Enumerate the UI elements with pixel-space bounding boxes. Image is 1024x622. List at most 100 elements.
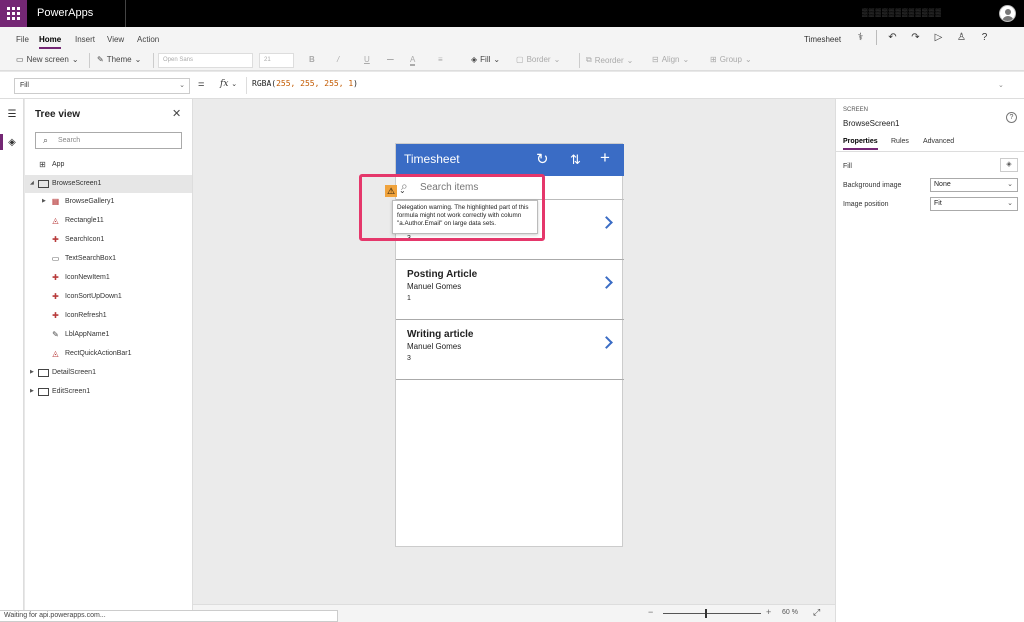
font-size-select[interactable]: 21 (259, 53, 294, 68)
tab-properties[interactable]: Properties (843, 138, 878, 150)
share-user-icon[interactable]: ♙ (954, 30, 969, 45)
tree-item-browsescreen1[interactable]: ◢ BrowseScreen1 (25, 175, 192, 193)
layers-icon[interactable]: ◈ (5, 135, 19, 149)
underline-button[interactable]: U (364, 55, 370, 64)
fill-color-picker[interactable]: ◈ (1000, 158, 1018, 172)
formula-close-paren: ) (353, 79, 358, 88)
app-launcher-button[interactable] (0, 0, 27, 27)
theme-button[interactable]: ✎ Theme ⌄ (97, 55, 141, 64)
tab-insert[interactable]: Insert (75, 35, 95, 44)
redo-icon[interactable]: ↷ (908, 30, 923, 45)
reorder-label: Reorder (594, 55, 624, 65)
chevron-down-icon: ⌄ (744, 55, 752, 64)
item-title: Writing article (407, 329, 474, 340)
label-edit-icon: ✎ (52, 330, 59, 339)
font-family-select[interactable]: Open Sans (158, 53, 253, 68)
formula-expand-chevron-icon[interactable]: ⌄ (998, 81, 1004, 89)
font-color-button[interactable]: A (410, 55, 416, 66)
equals-sign: = (198, 79, 205, 91)
list-item[interactable]: Posting Article Manuel Gomes 1 (396, 260, 624, 320)
group-button[interactable]: ⊞ Group ⌄ (710, 55, 752, 64)
chevron-down-icon: ⌄ (626, 55, 634, 65)
icon-control-icon: ✚ (52, 235, 59, 244)
tree-item-label: SearchIcon1 (65, 236, 105, 243)
tree-item-iconsortupdown1[interactable]: ✚ IconSortUpDown1 (25, 288, 192, 306)
avatar[interactable] (999, 5, 1016, 22)
item-title: Posting Article (407, 269, 478, 280)
toolbar-separator (876, 30, 877, 45)
tree-item-label: TextSearchBox1 (65, 255, 116, 262)
toolbar-right: ⚕ ↶ ↷ ▷ ♙ ? (853, 30, 992, 45)
fit-to-window-icon[interactable]: ⤢ (813, 607, 820, 618)
left-rail: ☰ ◈ (0, 99, 24, 622)
italic-button[interactable]: / (337, 55, 339, 64)
tab-advanced[interactable]: Advanced (923, 138, 954, 145)
tree-search-input[interactable]: ⌕ Search (35, 132, 182, 149)
expand-triangle-icon[interactable]: ◢ (30, 180, 34, 186)
chevron-right-icon[interactable] (600, 276, 613, 289)
strikethrough-button[interactable] (387, 55, 394, 64)
refresh-icon[interactable]: ↻ (536, 150, 549, 168)
app-title-label[interactable]: Timesheet (404, 152, 460, 166)
tree-item-rectangle11[interactable]: ◬ Rectangle11 (25, 212, 192, 230)
new-screen-button[interactable]: ▭ New screen ⌄ (16, 55, 79, 64)
tab-home[interactable]: Home (39, 35, 62, 49)
background-image-select[interactable]: None ⌄ (930, 178, 1018, 192)
collapsed-triangle-icon[interactable]: ▶ (30, 369, 34, 375)
fill-button[interactable]: ◈ Fill ⌄ (471, 55, 500, 64)
image-position-select[interactable]: Fit ⌄ (930, 197, 1018, 211)
tab-file[interactable]: File (16, 35, 29, 44)
sort-icon[interactable]: ⇅ (570, 152, 581, 168)
undo-icon[interactable]: ↶ (885, 30, 900, 45)
tree-item-browsegallery1[interactable]: ▶ ▦ BrowseGallery1 (25, 193, 192, 211)
hamburger-menu-icon[interactable]: ☰ (5, 107, 19, 121)
tree-item-detailscreen1[interactable]: ▶ DetailScreen1 (25, 364, 192, 382)
ribbon-tabs: File Home Insert View Action Timesheet ⚕… (0, 27, 1024, 50)
tree-item-app[interactable]: ⊞ App (25, 156, 192, 174)
help-icon[interactable]: ? (977, 30, 992, 45)
tree-item-searchicon1[interactable]: ✚ SearchIcon1 (25, 231, 192, 249)
formula-divider (246, 77, 247, 94)
tree-item-editscreen1[interactable]: ▶ EditScreen1 (25, 383, 192, 401)
zoom-in-button[interactable]: + (766, 607, 771, 617)
tab-action[interactable]: Action (137, 35, 159, 44)
chevron-down-icon: ⌄ (231, 80, 238, 88)
collapsed-triangle-icon[interactable]: ▶ (42, 198, 46, 204)
gallery-icon: ▦ (51, 197, 60, 206)
tree-item-lblappname1[interactable]: ✎ LblAppName1 (25, 326, 192, 344)
group-label: Group (719, 55, 742, 64)
add-icon[interactable]: + (600, 148, 610, 168)
fill-label: Fill (843, 163, 852, 170)
function-fx-icon[interactable]: fx ⌄ (220, 79, 237, 89)
highlight-annotation-box (359, 174, 545, 241)
help-icon[interactable]: ? (1006, 112, 1017, 123)
tree-item-iconrefresh1[interactable]: ✚ IconRefresh1 (25, 307, 192, 325)
align-button[interactable]: ⊟ Align ⌄ (652, 55, 689, 64)
formula-function-name: RGBA( (252, 79, 277, 88)
close-icon[interactable]: ✕ (172, 107, 181, 120)
tab-rules[interactable]: Rules (891, 138, 909, 145)
tree-search-placeholder: Search (58, 137, 81, 144)
chevron-down-icon: ⌄ (179, 82, 185, 89)
appbar-divider (125, 0, 126, 27)
bold-button[interactable]: B (309, 55, 315, 64)
icon-control-icon: ✚ (52, 273, 59, 282)
preview-play-icon[interactable]: ▷ (931, 30, 946, 45)
tree-item-iconnewitem1[interactable]: ✚ IconNewItem1 (25, 269, 192, 287)
zoom-slider[interactable] (663, 613, 761, 614)
list-item[interactable]: Writing article Manuel Gomes 3 (396, 320, 624, 380)
formula-input[interactable]: RGBA(255, 255, 255, 1) (252, 79, 358, 88)
zoom-out-button[interactable]: − (648, 607, 653, 617)
chevron-right-icon[interactable] (600, 216, 613, 229)
property-select[interactable]: Fill ⌄ (14, 78, 190, 94)
chevron-right-icon[interactable] (600, 336, 613, 349)
tab-view[interactable]: View (107, 35, 124, 44)
text-align-button[interactable]: ≡ (438, 55, 443, 64)
app-checker-icon[interactable]: ⚕ (853, 30, 868, 45)
tree-item-rectquickactionbar1[interactable]: ◬ RectQuickActionBar1 (25, 345, 192, 363)
border-button[interactable]: ▢ Border ⌄ (516, 55, 560, 64)
collapsed-triangle-icon[interactable]: ▶ (30, 388, 34, 394)
reorder-button[interactable]: ⧉ Reorder ⌄ (586, 55, 633, 65)
zoom-slider-thumb[interactable] (705, 609, 707, 618)
tree-item-textsearchbox1[interactable]: ▭ TextSearchBox1 (25, 250, 192, 268)
